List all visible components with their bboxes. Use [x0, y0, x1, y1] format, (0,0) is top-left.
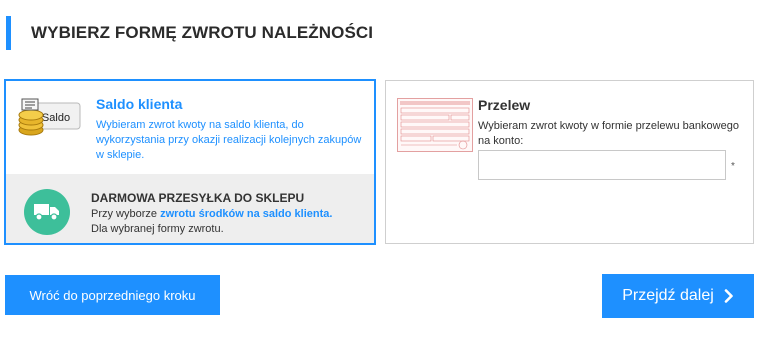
option-przelew[interactable]: Przelew Wybieram zwrot kwoty w formie pr… — [385, 80, 754, 244]
free-shipping-link: zwrotu środków na saldo klienta. — [160, 208, 333, 220]
saldo-option-title: Saldo klienta — [96, 96, 183, 112]
back-button-label: Wróć do poprzedniego kroku — [29, 287, 196, 303]
required-marker: * — [731, 161, 735, 172]
next-button[interactable]: Przejdź dalej — [602, 274, 754, 318]
coins-saldo-icon: Saldo — [18, 97, 84, 137]
back-button[interactable]: Wróć do poprzedniego kroku — [5, 275, 220, 315]
free-shipping-info: DARMOWA PRZESYŁKA DO SKLEPU Przy wyborze… — [6, 174, 374, 243]
przelew-option-description: Wybieram zwrot kwoty w formie przelewu b… — [478, 120, 739, 147]
free-shipping-line1: Przy wyborze zwrotu środków na saldo kli… — [91, 208, 332, 220]
next-button-label: Przejdź dalej — [622, 287, 714, 304]
header-accent-bar — [6, 16, 11, 50]
saldo-option-description: Wybieram zwrot kwoty na saldo klienta, d… — [96, 119, 362, 161]
account-number-input[interactable] — [478, 150, 726, 180]
option-saldo-klienta[interactable]: Saldo Saldo klienta Wybieram zwrot kwoty… — [4, 79, 376, 245]
saldo-option-top: Saldo Saldo klienta Wybieram zwrot kwoty… — [6, 81, 374, 174]
free-shipping-line2: Dla wybranej formy zwrotu. — [91, 223, 224, 235]
page-title: WYBIERZ FORMĘ ZWROTU NALEŻNOŚCI — [31, 23, 374, 42]
free-shipping-prefix: Przy wyborze — [91, 208, 161, 220]
przelew-option-title: Przelew — [478, 97, 531, 113]
transfer-form-icon — [397, 98, 473, 152]
truck-icon — [24, 189, 70, 235]
saldo-icon-label: Saldo — [42, 112, 70, 124]
chevron-right-icon — [724, 289, 734, 303]
free-shipping-title: DARMOWA PRZESYŁKA DO SKLEPU — [91, 191, 305, 205]
section-header: WYBIERZ FORMĘ ZWROTU NALEŻNOŚCI — [6, 16, 373, 50]
